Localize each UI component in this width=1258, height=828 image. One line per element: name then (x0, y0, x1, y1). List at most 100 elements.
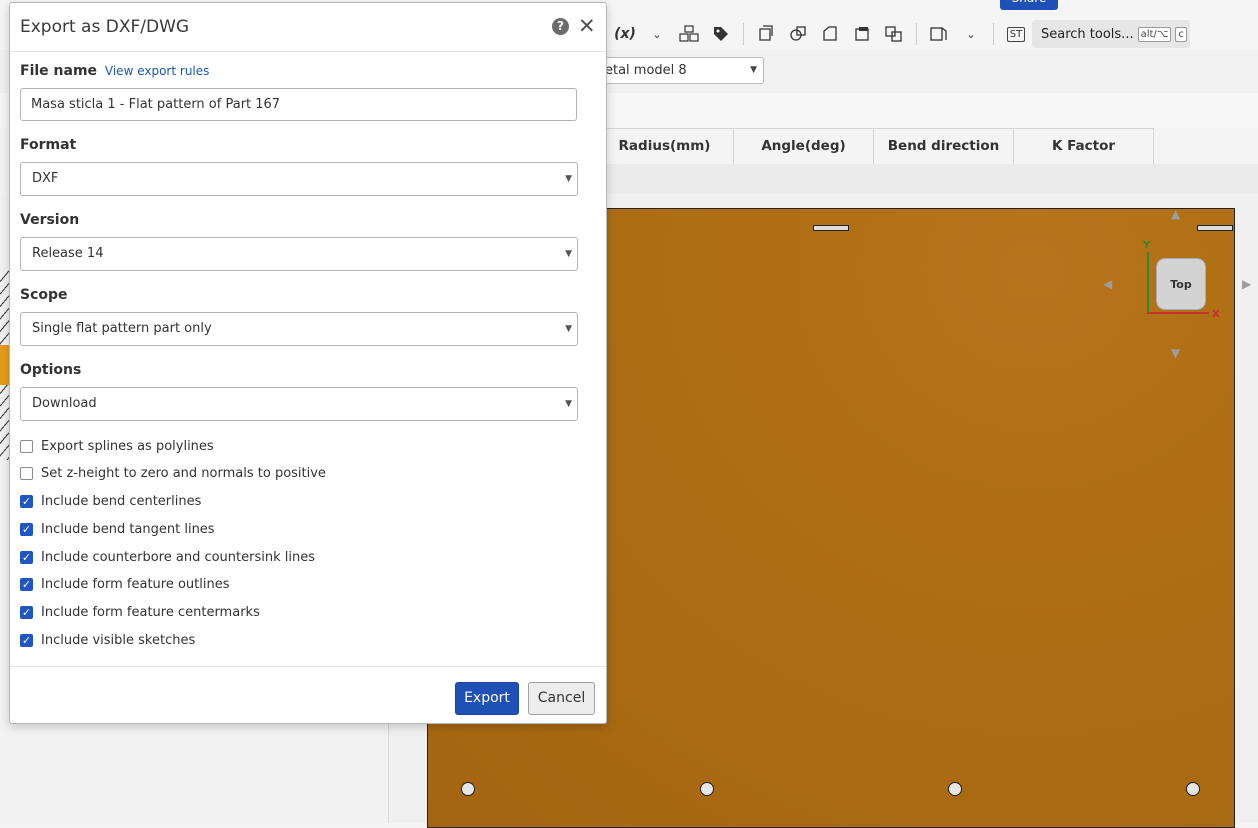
options-select-value: Download (32, 396, 97, 411)
checkbox-row[interactable]: ✓ Include form feature centermarks (20, 603, 260, 621)
file-name-label-text: File name (20, 63, 98, 79)
hole-feature (700, 782, 714, 796)
column-radius[interactable]: Radius(mm) (596, 129, 734, 164)
rotate-up-icon[interactable]: ▲ (1171, 207, 1180, 221)
share-button[interactable]: Share (1000, 0, 1058, 10)
export-button[interactable]: Export (455, 682, 519, 715)
checkbox-label: Include visible sketches (41, 632, 196, 648)
column-angle[interactable]: Angle(deg) (734, 129, 874, 164)
file-name-label: File name View export rules (20, 63, 209, 79)
tab-icon[interactable] (849, 21, 875, 47)
st-icon[interactable]: ST (1003, 21, 1029, 47)
version-select[interactable]: Release 14 ▼ (20, 237, 578, 271)
checkbox-label: Set z-height to zero and normals to posi… (41, 465, 326, 481)
chevron-down-icon[interactable]: ⌄ (958, 21, 984, 47)
sheet-metal-icon[interactable] (753, 21, 779, 47)
format-label: Format (20, 137, 77, 153)
model-select[interactable]: etal model 8 ▼ (598, 57, 764, 84)
view-export-rules-link[interactable]: View export rules (105, 64, 209, 78)
model-select-value: etal model 8 (605, 63, 687, 78)
search-tools-label: Search tools... (1041, 26, 1134, 42)
hem-icon[interactable] (817, 21, 843, 47)
checkbox[interactable]: ✓ (20, 550, 33, 564)
shortcut-mod-badge: alt/⌥ (1137, 26, 1172, 42)
checkbox[interactable]: ✓ (20, 633, 33, 647)
dialog-title: Export as DXF/DWG (20, 17, 190, 37)
toolbar-divider (916, 23, 917, 45)
version-select-value: Release 14 (32, 246, 104, 261)
checkbox-row[interactable]: ✓ Include form feature outlines (20, 575, 230, 593)
version-label: Version (20, 212, 80, 228)
checkbox-row[interactable]: ✓ Include bend centerlines (20, 492, 201, 510)
checkbox-label: Include counterbore and countersink line… (41, 549, 315, 565)
column-k-factor[interactable]: K Factor (1014, 129, 1154, 164)
checkbox[interactable] (20, 439, 33, 453)
y-axis-indicator (1147, 252, 1149, 314)
view-cube[interactable]: Top (1156, 258, 1206, 310)
checkbox-label: Include bend centerlines (41, 493, 202, 509)
shortcut-key-badge: c (1175, 26, 1187, 42)
checkbox-row[interactable]: ✓ Include bend tangent lines (20, 520, 215, 538)
hole-feature (1186, 782, 1200, 796)
check-icon: ✓ (21, 494, 32, 508)
y-axis-label: Y (1143, 240, 1151, 251)
rotate-left-icon[interactable]: ◀ (1103, 277, 1112, 291)
assembly-icon[interactable] (676, 21, 702, 47)
rotate-right-icon[interactable]: ▶ (1242, 277, 1251, 291)
checkbox-label: Include bend tangent lines (41, 521, 215, 537)
x-axis-indicator (1147, 312, 1209, 314)
checkbox-label: Export splines as polylines (41, 438, 214, 454)
user-name[interactable]: Catalin Alexescu (1115, 0, 1222, 10)
flat-view-icon[interactable] (926, 21, 952, 47)
bend-table-header: Radius(mm) Angle(deg) Bend direction K F… (596, 128, 1154, 165)
flange-icon[interactable] (785, 21, 811, 47)
check-icon: ✓ (21, 633, 32, 647)
caret-down-icon: ▼ (565, 249, 572, 259)
checkbox[interactable]: ✓ (20, 522, 33, 536)
caret-down-icon: ▼ (565, 324, 572, 334)
view-cube-face-label: Top (1170, 277, 1192, 291)
chevron-down-icon[interactable]: ⌄ (644, 21, 670, 47)
caret-down-icon: ▼ (750, 65, 757, 75)
bend-icon[interactable] (881, 21, 907, 47)
file-name-input[interactable] (20, 88, 577, 121)
x-axis-label: X (1212, 309, 1220, 320)
caret-down-icon: ▼ (565, 399, 572, 409)
check-icon: ✓ (21, 550, 32, 564)
rotate-down-icon[interactable]: ▼ (1171, 346, 1180, 360)
checkbox[interactable]: ✓ (20, 494, 33, 508)
check-icon: ✓ (21, 522, 32, 536)
column-bend-direction[interactable]: Bend direction (874, 129, 1014, 164)
checkbox[interactable] (20, 466, 33, 480)
check-icon: ✓ (21, 605, 32, 619)
checkbox[interactable]: ✓ (20, 577, 33, 591)
caret-down-icon: ▼ (565, 174, 572, 184)
checkbox-label: Include form feature outlines (41, 576, 230, 592)
search-tools-input[interactable]: Search tools... alt/⌥ c (1032, 20, 1190, 48)
format-select-value: DXF (32, 171, 59, 186)
scope-label: Scope (20, 287, 68, 303)
checkbox-row[interactable]: Export splines as polylines (20, 437, 214, 455)
checkbox-row[interactable]: Set z-height to zero and normals to posi… (20, 464, 326, 482)
checkbox-row[interactable]: ✓ Include counterbore and countersink li… (20, 548, 315, 566)
format-select[interactable]: DXF ▼ (20, 162, 578, 196)
slot-feature (813, 225, 849, 231)
toolbar-divider (743, 23, 744, 45)
toolbar-divider (993, 23, 994, 45)
dialog-header: Export as DXF/DWG ? ✕ (10, 3, 606, 52)
hole-feature (461, 782, 475, 796)
checkbox[interactable]: ✓ (20, 605, 33, 619)
checkbox-row[interactable]: ✓ Include visible sketches (20, 631, 195, 649)
cancel-button[interactable]: Cancel (528, 682, 595, 715)
close-icon[interactable]: ✕ (578, 14, 596, 38)
dialog-footer: Export Cancel (10, 666, 606, 724)
tag-icon[interactable] (708, 21, 734, 47)
variables-icon[interactable]: (x) (612, 21, 638, 47)
options-label: Options (20, 362, 82, 378)
slot-feature (1197, 225, 1233, 231)
feature-toolbar: (x) ⌄ ⌄ ST ⌄ (612, 18, 1061, 50)
hole-feature (948, 782, 962, 796)
options-select[interactable]: Download ▼ (20, 387, 578, 421)
help-icon[interactable]: ? (552, 18, 569, 35)
scope-select[interactable]: Single flat pattern part only ▼ (20, 312, 578, 346)
